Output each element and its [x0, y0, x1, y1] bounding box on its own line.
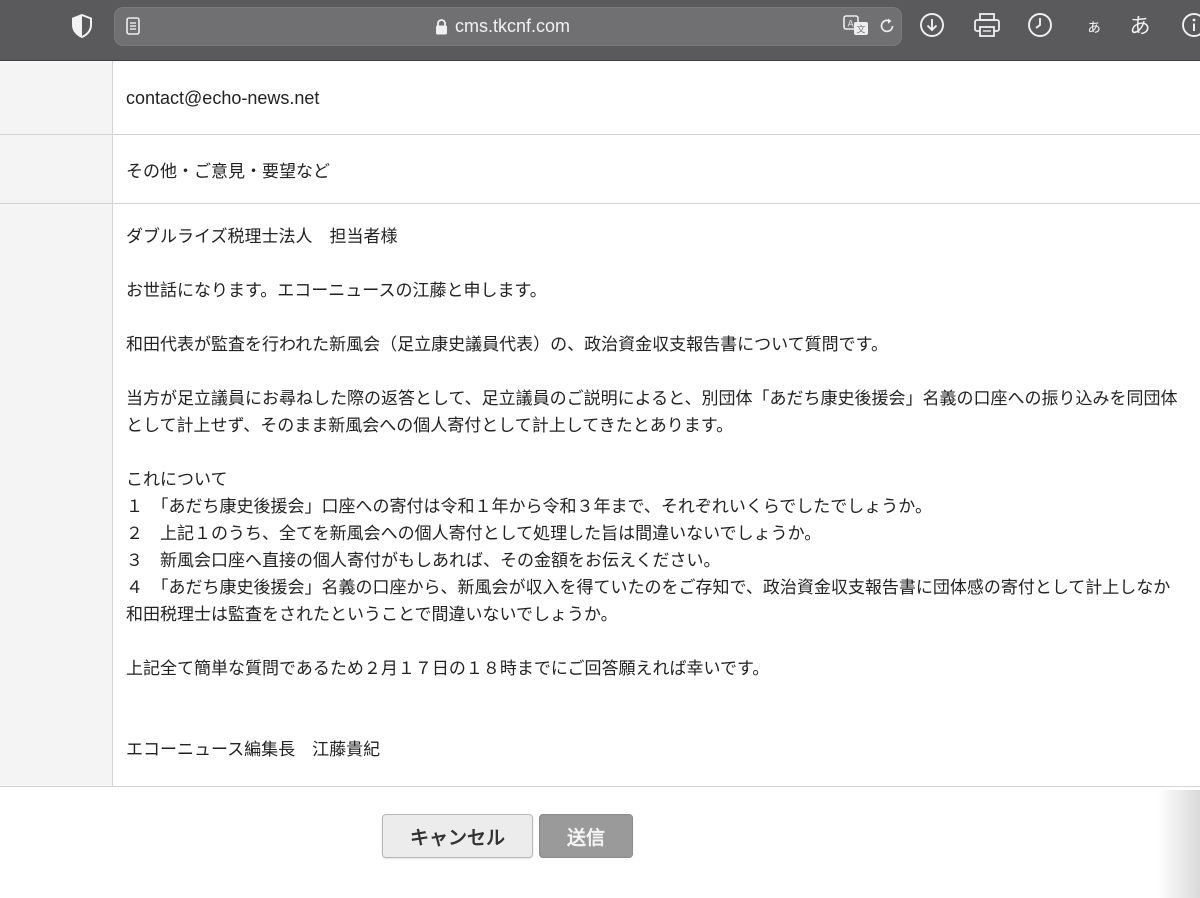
message-line: として計上せず、そのまま新風会への個人寄付として計上してきたとあります。 — [126, 416, 734, 436]
message-line: 和田税理士は監査をされたということで間違いないでしょうか。 — [126, 605, 618, 625]
url-display[interactable]: cms.tkcnf.com — [435, 8, 570, 45]
message-body: ダブルライズ税理士法人 担当者様 お世話になります。エコーニュースの江藤と申しま… — [126, 204, 1200, 786]
lock-icon — [435, 18, 448, 35]
message-row: ダブルライズ税理士法人 担当者様 お世話になります。エコーニュースの江藤と申しま… — [0, 204, 1200, 787]
info-icon[interactable] — [1180, 11, 1200, 39]
font-size-increase-button[interactable]: あ — [1126, 10, 1154, 40]
history-icon[interactable] — [1026, 11, 1054, 39]
reload-icon[interactable] — [877, 16, 897, 36]
email-value: contact@echo-news.net — [126, 88, 320, 108]
shield-icon[interactable] — [70, 13, 94, 39]
row-label-cell — [0, 204, 113, 786]
category-row: その他・ご意見・要望など — [0, 135, 1200, 204]
reader-icon[interactable] — [125, 17, 141, 35]
message-line: 上記全て簡単な質問であるため２月１７日の１８時までにご回答願えれば幸いです。 — [126, 659, 770, 679]
row-label-cell — [0, 135, 113, 203]
row-label-cell — [0, 61, 113, 134]
message-line: ３ 新風会口座へ直接の個人寄付がもしあれば、その金額をお伝えください。 — [126, 551, 721, 571]
cancel-button[interactable]: キャンセル — [382, 814, 533, 858]
message-line: 和田代表が監査を行われた新風会（足立康史議員代表）の、政治資金収支報告書について… — [126, 335, 888, 355]
translate-icon[interactable]: A 文 — [843, 15, 869, 37]
url-text: cms.tkcnf.com — [455, 16, 571, 36]
message-line: これについて — [126, 470, 228, 490]
print-icon[interactable] — [972, 11, 1002, 39]
message-line: お世話になります。エコーニュースの江藤と申します。 — [126, 281, 547, 301]
message-line: 当方が足立議員にお尋ねした際の返答として、足立議員のご説明によると、別団体「あだ… — [126, 389, 1178, 409]
category-value: その他・ご意見・要望など — [126, 162, 330, 182]
message-line: エコーニュース編集長 江藤貴紀 — [126, 740, 381, 760]
screen-glare — [1158, 790, 1200, 898]
message-line: １ 「あだち康史後援会」口座への寄付は令和１年から令和３年まで、それぞれいくらで… — [126, 497, 932, 517]
svg-text:A: A — [848, 20, 855, 30]
svg-text:文: 文 — [857, 24, 866, 36]
email-row: contact@echo-news.net — [0, 61, 1200, 135]
download-icon[interactable] — [918, 11, 946, 39]
address-bar[interactable]: cms.tkcnf.com A 文 — [114, 7, 902, 46]
browser-toolbar: cms.tkcnf.com A 文 ぁ あ — [0, 0, 1200, 61]
submit-button[interactable]: 送信 — [539, 814, 633, 858]
message-line: ４ 「あだち康史後援会」名義の口座から、新風会が収入を得ていたのをご存知で、政治… — [126, 578, 1171, 598]
message-line: ２ 上記１のうち、全てを新風会への個人寄付として処理した旨は間違いないでしょうか… — [126, 524, 822, 544]
message-line: ダブルライズ税理士法人 担当者様 — [126, 227, 398, 247]
font-size-decrease-button[interactable]: ぁ — [1082, 12, 1106, 38]
